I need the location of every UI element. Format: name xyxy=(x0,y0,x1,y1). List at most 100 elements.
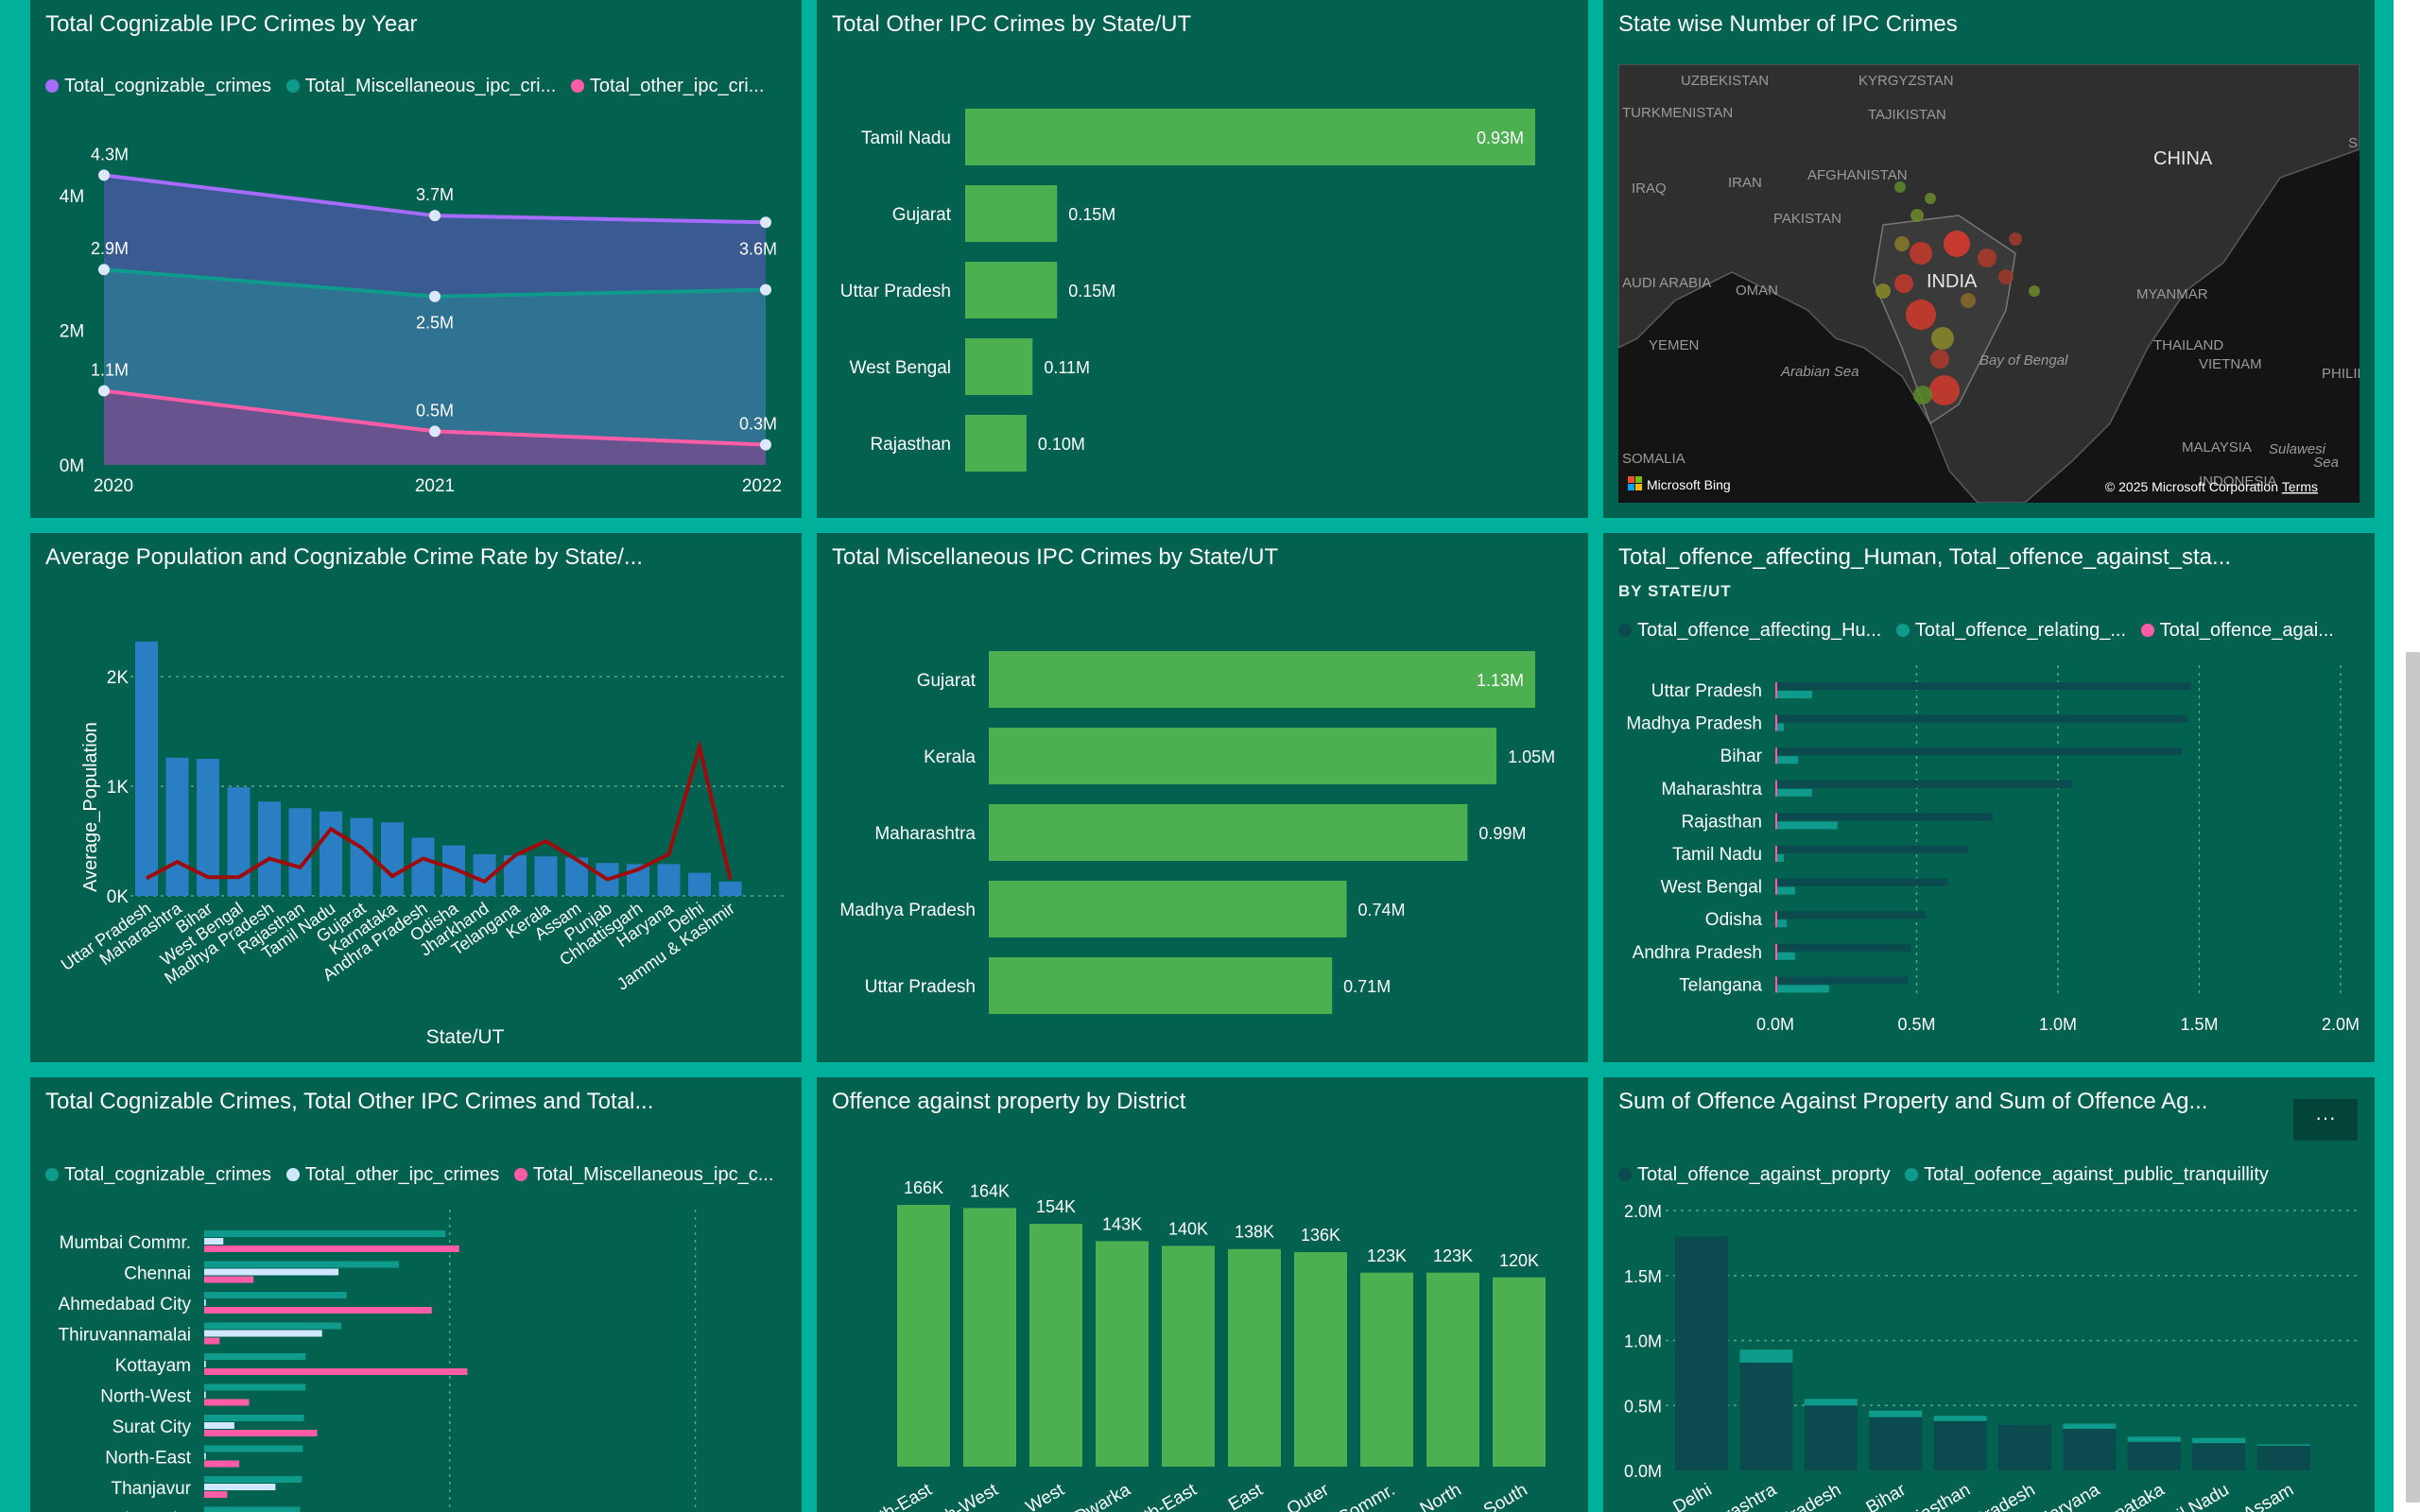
bar xyxy=(989,651,1535,708)
map-bubble xyxy=(1894,274,1913,293)
map-place-label: AFGHANISTAN xyxy=(1807,167,1908,183)
map-bubble xyxy=(1910,209,1924,222)
bar xyxy=(1775,985,1829,993)
bar xyxy=(1739,1349,1793,1363)
x-tick-label: Outer xyxy=(1284,1480,1333,1512)
bar xyxy=(204,1383,306,1391)
bar xyxy=(2192,1443,2246,1470)
data-label: 140K xyxy=(1168,1219,1208,1238)
bar xyxy=(965,109,1535,165)
map-place-label: AUDI ARABIA xyxy=(1622,275,1711,291)
bar xyxy=(204,1353,306,1360)
data-label: 0.11M xyxy=(1044,358,1090,377)
bar xyxy=(1775,878,1777,895)
category-label: Ahmedabad City xyxy=(59,1295,192,1314)
bar xyxy=(1998,1424,2051,1470)
bar xyxy=(1804,1405,1858,1470)
y-tick-label: 0.0M xyxy=(1624,1462,1662,1481)
tile-title: State wise Number of IPC Crimes xyxy=(1618,11,1958,37)
map-place-label: PAKISTAN xyxy=(1773,211,1841,227)
bar xyxy=(897,1205,950,1467)
map-bubble xyxy=(1894,236,1910,251)
bar xyxy=(1933,1416,1987,1421)
category-label: Kerala xyxy=(924,747,976,767)
x-tick-label: Dwarka xyxy=(1071,1480,1134,1512)
bar xyxy=(963,1208,1016,1467)
x-tick-label: 0.5M xyxy=(1897,1015,1935,1034)
more-options-button[interactable]: ··· xyxy=(2293,1099,2358,1141)
bar xyxy=(204,1230,446,1237)
category-label: Thanjavur xyxy=(112,1479,192,1499)
bar xyxy=(1775,682,2191,690)
map-canvas: UZBEKISTAN KYRGYZSTAN TURKMENISTAN TAJIKIST… xyxy=(1618,64,2360,503)
category-label: Rajasthan xyxy=(870,435,951,455)
bar xyxy=(1675,1236,1728,1470)
data-label: 0.10M xyxy=(1038,435,1085,454)
map-bubble xyxy=(1910,242,1932,265)
bar xyxy=(204,1238,224,1245)
bar xyxy=(1775,952,1795,960)
bar xyxy=(1775,846,1968,853)
data-label: 0.5M xyxy=(416,401,454,420)
bar xyxy=(1775,911,1926,919)
bar xyxy=(165,757,189,896)
tile-district-cognizable[interactable]: Total Cognizable Crimes, Total Other IPC… xyxy=(30,1077,802,1512)
y-tick-label: 4M xyxy=(60,187,84,207)
bar xyxy=(227,787,251,896)
bar-chart: 0.0M 0.5M 1.0M 1.5M 2.0M Uttar Pradesh Madhya … xyxy=(1626,665,2360,1034)
x-tick-label: 2.0M xyxy=(2322,1015,2360,1034)
map-bubble xyxy=(1931,327,1954,350)
bar xyxy=(1775,747,2183,756)
x-tick-label: 2022 xyxy=(742,476,782,496)
bar xyxy=(718,881,742,896)
category-label: Thiruvannamalai xyxy=(59,1326,191,1346)
category-label: North-West xyxy=(100,1387,191,1407)
map-place-label: KYRGYZSTAN xyxy=(1858,73,1954,89)
tile-population-crime-rate[interactable]: Average Population and Cognizable Crime … xyxy=(30,533,802,1062)
bar xyxy=(204,1399,250,1406)
category-label: Odisha xyxy=(1705,910,1763,930)
bar xyxy=(204,1276,254,1283)
bar xyxy=(1775,976,1777,993)
bar xyxy=(1162,1246,1215,1467)
tile-misc-ipc-by-state[interactable]: Total Miscellaneous IPC Crimes by State/… xyxy=(817,533,1588,1062)
category-label: Mumbai Commr. xyxy=(60,1233,191,1253)
category-label: West Bengal xyxy=(1661,878,1762,898)
bar xyxy=(965,185,1058,242)
bar xyxy=(2063,1429,2117,1470)
tile-property-tranquillity[interactable]: Sum of Offence Against Property and Sum … xyxy=(1603,1077,2375,1512)
bar xyxy=(204,1391,206,1399)
bar xyxy=(288,808,312,896)
bubble-map[interactable]: UZBEKISTAN KYRGYZSTAN TURKMENISTAN TAJIKIST… xyxy=(1618,64,2360,503)
tile-state-map[interactable]: State wise Number of IPC Crimes UZBEKIST… xyxy=(1603,0,2375,518)
tile-property-by-district[interactable]: Offence against property by District 166… xyxy=(817,1077,1588,1512)
data-label: 138K xyxy=(1235,1223,1274,1242)
bar xyxy=(989,804,1468,861)
map-bubble xyxy=(2029,285,2040,297)
bar xyxy=(2256,1444,2310,1446)
bar xyxy=(1775,691,1812,698)
data-point xyxy=(760,438,771,451)
data-label: 0.15M xyxy=(1068,205,1115,224)
x-tick-label: North xyxy=(1417,1480,1465,1512)
bar xyxy=(1228,1248,1281,1467)
bar xyxy=(1739,1362,1793,1470)
tile-other-ipc-by-state[interactable]: Total Other IPC Crimes by State/UT Tamil… xyxy=(817,0,1588,518)
category-label: Uttar Pradesh xyxy=(865,977,976,997)
bar xyxy=(1360,1272,1413,1467)
data-label: 0.15M xyxy=(1068,282,1115,301)
data-label: 1.13M xyxy=(1477,671,1524,690)
x-tick-label: 1.5M xyxy=(2180,1015,2218,1034)
bar xyxy=(2127,1441,2181,1470)
category-label: North-East xyxy=(105,1449,192,1469)
data-label: 123K xyxy=(1367,1246,1407,1265)
bar xyxy=(1775,780,1777,797)
data-point xyxy=(760,284,771,296)
map-bubble xyxy=(1978,249,1996,267)
tile-offence-human[interactable]: Total_offence_affecting_Human, Total_off… xyxy=(1603,533,2375,1062)
map-bubble xyxy=(1930,350,1949,369)
map-terms-link[interactable]: Terms xyxy=(2282,479,2318,494)
category-label: Uttar Pradesh xyxy=(840,282,951,301)
scrollbar-thumb[interactable] xyxy=(2406,652,2420,1503)
tile-cognizable-by-year[interactable]: Total Cognizable IPC Crimes by Year Tota… xyxy=(30,0,802,518)
